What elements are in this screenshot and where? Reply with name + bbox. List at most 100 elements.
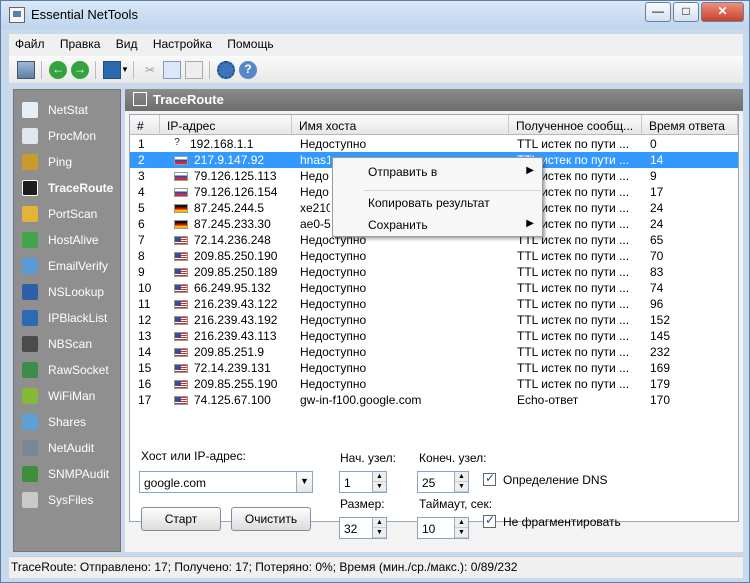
- context-menu-send-to[interactable]: Отправить в ▶: [333, 160, 542, 182]
- sidebar-item-nbscan[interactable]: NBScan: [14, 333, 120, 355]
- header-label: Полученное сообщ...: [516, 119, 634, 133]
- usa-flag-icon: [174, 364, 188, 373]
- help-icon[interactable]: ?: [239, 61, 257, 79]
- sidebar-item-snmpaudit[interactable]: SNMPAudit: [14, 463, 120, 485]
- spinner-icon[interactable]: ▲ ▼: [454, 518, 468, 538]
- maximize-button[interactable]: □: [673, 2, 699, 22]
- table-row[interactable]: 1? 192.168.1.1 Недоступно TTL истек по пути…: [130, 136, 738, 152]
- sidebar-item-netaudit[interactable]: NetAudit: [14, 437, 120, 459]
- spinner-icon[interactable]: ▲ ▼: [372, 472, 386, 492]
- spinner-icon[interactable]: ▲ ▼: [454, 472, 468, 492]
- sidebar-item-sysfiles[interactable]: SysFiles: [14, 489, 120, 511]
- host-combo[interactable]: google.com ▼: [139, 471, 313, 493]
- context-menu-save[interactable]: Сохранить ▶: [333, 213, 542, 235]
- paste-icon[interactable]: [185, 61, 203, 79]
- sidebar-item-procmon[interactable]: ProcMon: [14, 125, 120, 147]
- chevron-down-icon[interactable]: ▼: [296, 472, 312, 492]
- column-header-number[interactable]: #: [130, 115, 160, 135]
- settings-icon[interactable]: [217, 61, 235, 79]
- snmp-icon: [22, 466, 38, 482]
- sidebar-item-shares[interactable]: Shares: [14, 411, 120, 433]
- fragment-label: Не фрагментировать: [503, 515, 621, 529]
- table-row[interactable]: 12 216.239.43.192 Недоступно TTL истек по п…: [130, 312, 738, 328]
- menu-file[interactable]: Файл: [9, 34, 51, 51]
- row-host: Недоступно: [300, 313, 367, 327]
- row-time: 170: [650, 393, 671, 407]
- size-stepper[interactable]: 32 ▲ ▼: [339, 517, 387, 539]
- menu-edit[interactable]: Правка: [54, 34, 107, 51]
- sidebar-item-rawsocket[interactable]: RawSocket: [14, 359, 120, 381]
- sidebar-item-traceroute[interactable]: TraceRoute: [14, 177, 120, 199]
- save-icon[interactable]: [103, 61, 121, 79]
- column-header-ip[interactable]: IP-адрес: [160, 115, 292, 135]
- column-header-host[interactable]: Имя хоста: [292, 115, 509, 135]
- usa-flag-icon: [174, 300, 188, 309]
- status-text: TraceRoute: Отправлено: 17; Получено: 17…: [11, 560, 518, 574]
- column-header-message[interactable]: Полученное сообщ...: [509, 115, 642, 135]
- nslookup-icon: [22, 284, 38, 300]
- row-host: Недо: [300, 185, 329, 199]
- row-time: 0: [650, 137, 657, 151]
- sidebar-label: IPBlackList: [48, 311, 108, 325]
- sidebar-item-ping[interactable]: Ping: [14, 151, 120, 173]
- close-button[interactable]: ✕: [701, 2, 744, 22]
- row-host: Недо: [300, 169, 329, 183]
- row-message: TTL истек по пути ...: [517, 297, 630, 311]
- sidebar-item-hostalive[interactable]: HostAlive: [14, 229, 120, 251]
- menu-view[interactable]: Вид: [110, 34, 144, 51]
- copy-icon[interactable]: [163, 61, 181, 79]
- minimize-button[interactable]: —: [645, 2, 671, 22]
- row-host: Недоступно: [300, 265, 367, 279]
- sysfiles-icon: [22, 492, 38, 508]
- sidebar-item-ipblacklist[interactable]: IPBlackList: [14, 307, 120, 329]
- wifi-icon: [22, 388, 38, 404]
- sidebar-item-emailverify[interactable]: EmailVerify: [14, 255, 120, 277]
- traceroute-icon: [133, 92, 147, 106]
- dropdown-icon[interactable]: ▼: [121, 61, 129, 79]
- sidebar-item-portscan[interactable]: PortScan: [14, 203, 120, 225]
- sidebar-item-netstat[interactable]: NetStat: [14, 99, 120, 121]
- table-row[interactable]: 15 72.14.239.131 Недоступно TTL истек по пу…: [130, 360, 738, 376]
- sidebar-label: WiFiMan: [48, 389, 96, 403]
- unknown-flag-icon: ?: [174, 137, 180, 148]
- chevron-right-icon: ▶: [526, 218, 534, 229]
- row-ip: 209.85.251.9: [194, 345, 265, 359]
- table-row[interactable]: 13 216.239.43.113 Недоступно TTL истек по п…: [130, 328, 738, 344]
- start-button[interactable]: Старт: [141, 507, 221, 531]
- end-node-stepper[interactable]: 25 ▲ ▼: [417, 471, 469, 493]
- back-icon[interactable]: ←: [49, 61, 67, 79]
- dns-checkbox[interactable]: [483, 471, 496, 486]
- clear-button[interactable]: Очистить: [231, 507, 311, 531]
- timeout-value: 10: [422, 522, 436, 536]
- table-row[interactable]: 8 209.85.250.190 Недоступно TTL истек по пу…: [130, 248, 738, 264]
- sidebar-item-wifiman[interactable]: WiFiMan: [14, 385, 120, 407]
- row-host: gw-in-f100.google.com: [300, 393, 422, 407]
- spinner-icon[interactable]: ▲ ▼: [372, 518, 386, 538]
- usa-flag-icon: [174, 284, 188, 293]
- start-node-stepper[interactable]: 1 ▲ ▼: [339, 471, 387, 493]
- sidebar-item-nslookup[interactable]: NSLookup: [14, 281, 120, 303]
- column-header-response-time[interactable]: Время ответа: [642, 115, 738, 135]
- table-row[interactable]: 9 209.85.250.189 Недоступно TTL истек по пу…: [130, 264, 738, 280]
- context-menu-copy-result[interactable]: Копировать результат: [333, 191, 542, 213]
- table-row[interactable]: 14 209.85.251.9 Недоступно TTL истек по пут…: [130, 344, 738, 360]
- menu-bar: Файл Правка Вид Настройка Помощь: [9, 34, 743, 56]
- menu-help[interactable]: Помощь: [221, 34, 279, 51]
- fragment-checkbox[interactable]: [483, 513, 496, 528]
- computer-icon[interactable]: [17, 61, 35, 79]
- hostalive-icon: [22, 232, 38, 248]
- row-time: 14: [650, 153, 664, 167]
- table-row[interactable]: 11 216.239.43.122 Недоступно TTL истек по п…: [130, 296, 738, 312]
- header-label: IP-адрес: [167, 119, 216, 133]
- row-ip: 216.239.43.122: [194, 297, 278, 311]
- menu-settings[interactable]: Настройка: [147, 34, 218, 51]
- header-label: Время ответа: [649, 119, 725, 133]
- table-row[interactable]: 10 66.249.95.132 Недоступно TTL истек по пу…: [130, 280, 738, 296]
- timeout-stepper[interactable]: 10 ▲ ▼: [417, 517, 469, 539]
- title-bar: Essential NetTools — □ ✕: [1, 1, 749, 29]
- table-row[interactable]: 16 209.85.255.190 Недоступно TTL истек по п…: [130, 376, 738, 392]
- forward-icon[interactable]: →: [71, 61, 89, 79]
- cut-icon[interactable]: ✂: [141, 61, 159, 79]
- row-time: 65: [650, 233, 664, 247]
- table-row[interactable]: 17 74.125.67.100 gw-in-f100.google.com Echo…: [130, 392, 738, 408]
